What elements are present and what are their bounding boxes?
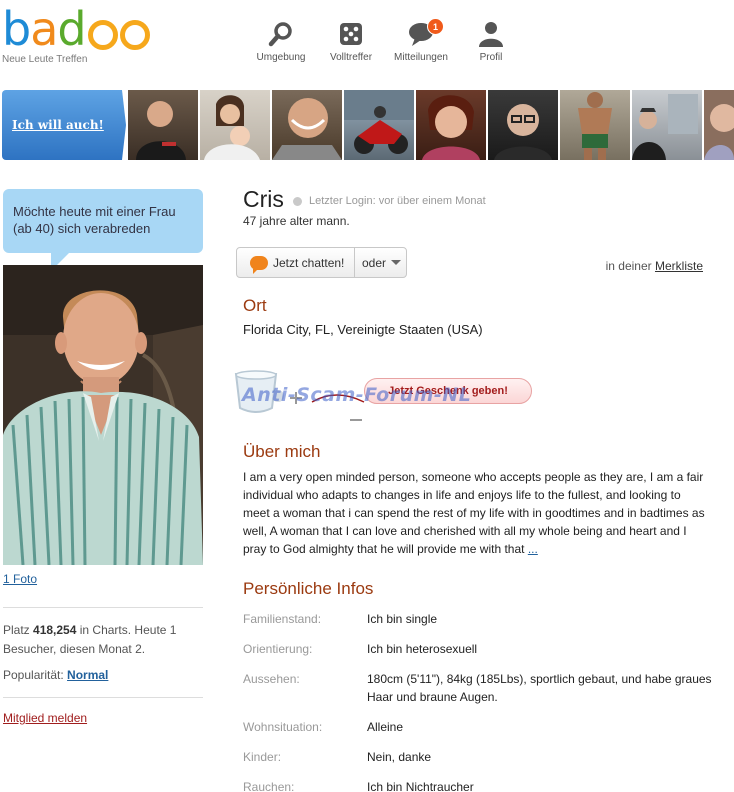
info-value: Ich bin Nichtraucher [367, 780, 474, 792]
info-value: Alleine [367, 720, 404, 734]
nav-label: Umgebung [256, 52, 306, 63]
watchlist-link[interactable]: Merkliste [655, 259, 703, 273]
watchlist-prefix: in deiner [605, 259, 655, 273]
about-heading: Über mich [243, 442, 321, 461]
chart-stats: Platz 418,254 in Charts. Heute 1 Besuche… [3, 621, 203, 659]
info-key: Rauchen: [243, 780, 295, 792]
start-chat-label: Jetzt chatten! [273, 255, 345, 270]
info-row: Kinder: Nein, danke [243, 748, 713, 778]
user-thumbnail[interactable] [128, 90, 198, 160]
watermark-text: Anti-Scam-Forum-NL [242, 384, 472, 406]
logo-tagline: Neue Leute Treffen [2, 54, 88, 65]
more-options-dropdown[interactable]: oder [355, 248, 406, 277]
chevron-down-icon [391, 260, 402, 265]
info-row: Familienstand: Ich bin single [243, 610, 713, 640]
more-options-label: oder [362, 255, 387, 270]
info-row: Orientierung: Ich bin heterosexuell [243, 640, 713, 670]
info-key: Kinder: [243, 750, 282, 764]
user-thumbnail[interactable] [704, 90, 734, 160]
nav-mitteilungen[interactable]: 1 Mitteilungen [386, 18, 456, 70]
start-chat-button[interactable]: Jetzt chatten! [237, 248, 355, 277]
info-value: 180cm (5'11"), 84kg (185Lbs), sportlich … [367, 672, 712, 704]
divider [3, 697, 203, 698]
personal-info-table: Familienstand: Ich bin single Orientieru… [243, 610, 713, 792]
info-value: Ich bin heterosexuell [367, 642, 478, 656]
about-text: I am a very open minded person, someone … [243, 468, 705, 558]
info-row: Aussehen: 180cm (5'11"), 84kg (185Lbs), … [243, 670, 713, 718]
user-thumbnail[interactable] [344, 90, 414, 160]
nav-label: Volltreffer [329, 52, 373, 63]
encounters-strip: Ich will auch! [0, 90, 734, 160]
nav-volltreffer[interactable]: Volltreffer [316, 20, 386, 70]
read-more-link[interactable]: ... [528, 542, 538, 556]
user-thumbnail[interactable] [488, 90, 558, 160]
report-member-link[interactable]: Mitglied melden [3, 711, 87, 725]
info-value: Ich bin single [367, 612, 438, 626]
online-status-dot [293, 197, 302, 206]
badoo-logo[interactable]: bad Neue Leute Treffen [2, 4, 162, 66]
nav-umgebung[interactable]: Umgebung [246, 20, 316, 70]
i-want-too-button[interactable]: Ich will auch! [2, 90, 126, 160]
photo-count-link[interactable]: 1 Foto [3, 572, 37, 586]
dice-icon [340, 23, 362, 45]
main-nav: Umgebung Volltreffer 1 Mitteilungen Prof… [246, 18, 526, 70]
chat-button-group: Jetzt chatten! oder [236, 247, 407, 278]
user-thumbnails [128, 90, 734, 160]
logo-ring [120, 20, 150, 50]
person-icon [479, 22, 503, 47]
last-login: Letzter Login: vor über einem Monat [309, 195, 486, 207]
popularity-value-link[interactable]: Normal [67, 668, 108, 682]
intent-speech-bubble: Möchte heute mit einer Frau (ab 40) sich… [3, 189, 203, 271]
gift-section: Jetzt Geschenk geben! Anti-Scam-Forum-NL [232, 366, 542, 426]
profile-name: Cris [243, 186, 284, 212]
popularity: Popularität: Normal [3, 668, 108, 682]
stats-prefix: Platz [3, 623, 34, 637]
divider [3, 607, 203, 608]
info-value: Nein, danke [367, 750, 432, 764]
info-key: Orientierung: [243, 642, 313, 656]
user-thumbnail[interactable] [632, 90, 702, 160]
user-thumbnail[interactable] [200, 90, 270, 160]
personal-info-heading: Persönliche Infos [243, 579, 374, 598]
info-key: Aussehen: [243, 672, 300, 686]
nav-label: Profil [479, 52, 503, 63]
user-thumbnail[interactable] [416, 90, 486, 160]
location-value: Florida City, FL, Vereinigte Staaten (US… [243, 322, 483, 337]
user-thumbnail[interactable] [560, 90, 630, 160]
about-body: I am a very open minded person, someone … [243, 470, 705, 556]
search-icon [268, 22, 292, 47]
profile-age-gender: 47 jahre alter mann. [243, 214, 350, 228]
info-key: Familienstand: [243, 612, 322, 626]
stats-rank: 418,254 [33, 623, 77, 637]
user-thumbnail[interactable] [272, 90, 342, 160]
profile-photo[interactable] [3, 265, 203, 565]
notification-badge: 1 [427, 18, 444, 35]
nav-profil[interactable]: Profil [456, 20, 526, 70]
chat-icon [250, 255, 268, 274]
logo-wordmark: bad [2, 2, 87, 56]
info-row: Wohnsituation: Alleine [243, 718, 713, 748]
location-heading: Ort [243, 296, 267, 315]
info-key: Wohnsituation: [243, 720, 323, 734]
logo-ring [88, 20, 118, 50]
watchlist: in deiner Merkliste [606, 259, 703, 273]
info-row: Rauchen: Ich bin Nichtraucher [243, 778, 713, 792]
popularity-label: Popularität: [3, 668, 68, 682]
nav-label: Mitteilungen [394, 52, 448, 63]
